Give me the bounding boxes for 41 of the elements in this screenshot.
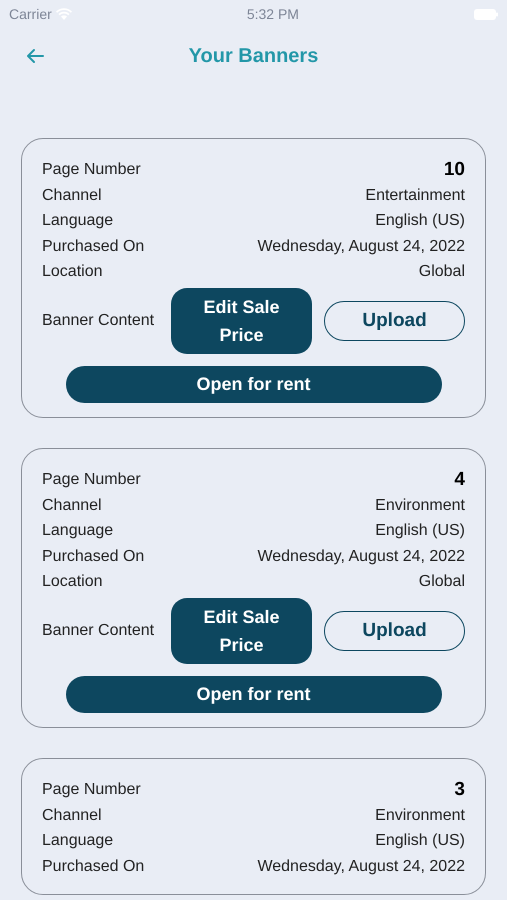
field-label: Banner Content — [42, 311, 156, 331]
field-value: English (US) — [375, 521, 465, 542]
carrier-label: Carrier — [9, 4, 52, 24]
field-label: Page Number — [42, 780, 141, 800]
field-label: Language — [42, 521, 114, 542]
field-label: Purchased On — [42, 546, 144, 567]
field-label: Language — [42, 831, 114, 852]
upload-button[interactable]: Upload — [324, 611, 465, 651]
field-label: Language — [42, 211, 114, 232]
open-for-rent-button[interactable]: Open for rent — [66, 676, 442, 713]
edit-sale-price-button[interactable]: Edit Sale Price — [170, 598, 312, 664]
field-label: Page Number — [42, 160, 141, 180]
field-label: Banner Content — [42, 621, 156, 641]
page-title: Your Banners — [188, 44, 318, 69]
field-label: Channel — [42, 496, 102, 516]
back-button[interactable] — [24, 46, 46, 66]
field-label: Purchased On — [42, 856, 144, 877]
page-number: 3 — [454, 778, 465, 802]
field-value: Wednesday, August 24, 2022 — [257, 546, 465, 567]
field-value: English (US) — [375, 831, 465, 852]
open-for-rent-button[interactable]: Open for rent — [66, 366, 442, 403]
field-label: Page Number — [42, 470, 141, 490]
field-label: Location — [42, 262, 102, 282]
field-value: Wednesday, August 24, 2022 — [257, 236, 465, 257]
field-value: Global — [418, 572, 465, 592]
edit-sale-price-button[interactable]: Edit Sale Price — [170, 288, 312, 354]
page-number: 10 — [444, 158, 465, 182]
field-label: Channel — [42, 186, 102, 206]
field-value: Wednesday, August 24, 2022 — [257, 856, 465, 877]
field-value: Global — [418, 262, 465, 282]
upload-button[interactable]: Upload — [324, 301, 465, 341]
field-value: Entertainment — [365, 186, 465, 206]
field-value: Environment — [375, 806, 465, 826]
back-arrow-icon — [25, 48, 45, 64]
status-time: 5:32 PM — [246, 4, 299, 24]
field-label: Channel — [42, 806, 102, 826]
field-value: Environment — [375, 496, 465, 516]
field-label: Location — [42, 572, 102, 592]
page-number: 4 — [454, 468, 465, 492]
field-value: English (US) — [375, 211, 465, 232]
field-label: Purchased On — [42, 236, 144, 257]
